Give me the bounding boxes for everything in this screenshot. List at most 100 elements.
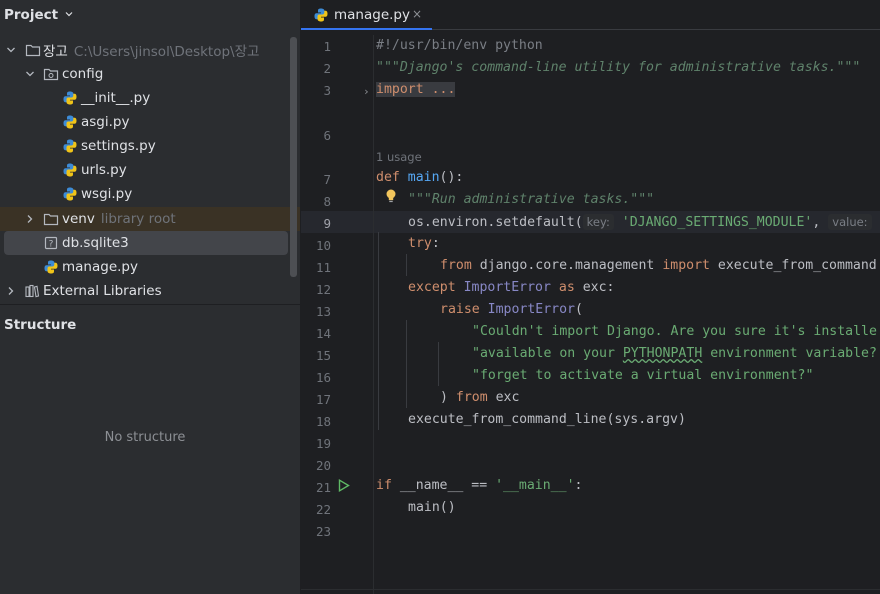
tree-item-urls-py[interactable]: urls.py xyxy=(0,158,290,182)
code-line: execute_from_command_line(sys.argv) xyxy=(408,412,686,427)
editor-bottom-border xyxy=(301,589,880,590)
code-line: main() xyxy=(408,500,456,515)
gutter-separator xyxy=(373,35,374,594)
line-number: 10 xyxy=(315,238,331,253)
line-number: 6 xyxy=(323,128,331,143)
tree-item-hint: C:\Users\jinsol\Desktop\장고 xyxy=(73,44,260,60)
code-line: ) from exc xyxy=(440,390,520,405)
library-icon xyxy=(25,284,40,298)
chevron-right-icon[interactable] xyxy=(25,214,35,224)
code-line: """Run administrative tasks.""" xyxy=(408,192,655,207)
unknown-file-icon: ? xyxy=(44,236,58,250)
parameter-hint: value: xyxy=(828,214,872,230)
panel-divider xyxy=(0,304,300,305)
tree-item-init-py[interactable]: __init__.py xyxy=(0,86,290,110)
tab-label: manage.py xyxy=(334,7,410,23)
code-line: def main(): xyxy=(376,170,464,185)
project-tool-window: Project 장고 C:\Users\jinsol\Desktop\장고 con… xyxy=(0,0,300,594)
folder-icon xyxy=(25,44,41,57)
tree-item-label: manage.py xyxy=(62,259,138,275)
line-number: 11 xyxy=(315,260,331,275)
code-line: except ImportError as exc: xyxy=(408,280,615,295)
lightbulb-icon[interactable] xyxy=(385,188,397,204)
parameter-hint: key: xyxy=(582,214,614,230)
tree-item-label: asgi.py xyxy=(81,114,130,130)
tree-item-label: venv xyxy=(62,211,95,227)
project-scrollbar[interactable] xyxy=(290,37,297,277)
project-panel-header[interactable]: Project xyxy=(0,0,300,30)
tree-item-label: __init__.py xyxy=(81,90,151,106)
line-number: 14 xyxy=(315,326,331,341)
tree-item-hint: library root xyxy=(100,211,176,227)
python-file-icon xyxy=(63,139,77,153)
tree-item-config[interactable]: config xyxy=(0,62,290,86)
tree-item-label: db.sqlite3 xyxy=(62,235,129,251)
line-number: 23 xyxy=(315,524,331,539)
code-line: """Django's command-line utility for adm… xyxy=(376,60,861,75)
indent-guide xyxy=(438,342,439,386)
code-line: raise ImportError( xyxy=(440,302,583,317)
editor-tab-bar: manage.py × xyxy=(301,0,880,30)
tree-item-wsgi-py[interactable]: wsgi.py xyxy=(0,182,290,206)
line-number: 19 xyxy=(315,436,331,451)
active-tab-indicator xyxy=(301,28,432,30)
chevron-right-icon[interactable] xyxy=(6,286,16,296)
line-number: 1 xyxy=(323,39,331,54)
indent-guide xyxy=(378,232,379,430)
structure-empty-text: No structure xyxy=(104,430,186,445)
tree-item-asgi-py[interactable]: asgi.py xyxy=(0,110,290,134)
code-line: from django.core.management import execu… xyxy=(440,258,877,273)
code-area[interactable]: 1 2 3 6 7 8 9 10 11 12 13 14 15 16 17 18… xyxy=(301,35,880,594)
line-number: 9 xyxy=(323,216,331,231)
tree-item-settings-py[interactable]: settings.py xyxy=(0,134,290,158)
line-number: 16 xyxy=(315,370,331,385)
code-line: "Couldn't import Django. Are you sure it… xyxy=(472,324,877,339)
line-number: 18 xyxy=(315,414,331,429)
tree-item-venv[interactable]: venv library root xyxy=(0,207,300,231)
tree-item-db-sqlite3[interactable]: ? db.sqlite3 xyxy=(4,231,288,255)
package-folder-icon xyxy=(43,68,59,81)
line-number: 13 xyxy=(315,304,331,319)
python-file-icon xyxy=(314,8,328,22)
code-line: os.environ.setdefault(key: 'DJANGO_SETTI… xyxy=(408,214,872,230)
line-number: 7 xyxy=(323,172,331,187)
structure-panel-title: Structure xyxy=(4,317,77,333)
code-line: if __name__ == '__main__': xyxy=(376,478,583,493)
line-number: 2 xyxy=(323,61,331,76)
tree-item-label: urls.py xyxy=(81,162,127,178)
tab-manage-py[interactable]: manage.py × xyxy=(301,0,432,30)
code-line: import ... xyxy=(376,82,456,97)
close-icon[interactable]: × xyxy=(412,7,422,21)
python-file-icon xyxy=(63,115,77,129)
tree-item-external-libraries[interactable]: External Libraries xyxy=(0,279,290,303)
tree-item-manage-py[interactable]: manage.py xyxy=(0,255,290,279)
code-line: try: xyxy=(408,236,440,251)
svg-text:?: ? xyxy=(49,240,54,250)
tree-item-label: wsgi.py xyxy=(81,186,133,202)
chevron-down-icon[interactable] xyxy=(25,69,35,79)
line-number: 20 xyxy=(315,458,331,473)
line-number: 8 xyxy=(323,194,331,209)
usage-hint[interactable]: 1 usage xyxy=(376,150,422,164)
code-line: "available on your PYTHONPATH environmen… xyxy=(472,346,877,361)
tree-item-root[interactable]: 장고 C:\Users\jinsol\Desktop\장고 xyxy=(0,38,290,62)
chevron-right-icon[interactable]: › xyxy=(363,85,370,98)
run-icon[interactable] xyxy=(338,479,350,492)
line-number: 17 xyxy=(315,392,331,407)
project-panel-title[interactable]: Project xyxy=(4,7,58,23)
chevron-down-icon[interactable] xyxy=(65,10,73,18)
folded-imports[interactable]: import ... xyxy=(376,82,456,97)
indent-guide xyxy=(406,254,407,276)
tree-item-label: External Libraries xyxy=(43,283,162,299)
folder-icon xyxy=(43,213,59,226)
python-file-icon xyxy=(63,91,77,105)
tree-item-label: config xyxy=(62,66,104,82)
line-number: 21 xyxy=(315,480,331,495)
line-number: 22 xyxy=(315,502,331,517)
line-number: 3 xyxy=(323,83,331,98)
code-editor: manage.py × 1 2 3 6 7 8 9 10 11 12 13 14… xyxy=(301,0,880,594)
chevron-down-icon[interactable] xyxy=(6,45,16,55)
code-line: #!/usr/bin/env python xyxy=(376,38,543,53)
python-file-icon xyxy=(63,163,77,177)
line-number: 12 xyxy=(315,282,331,297)
